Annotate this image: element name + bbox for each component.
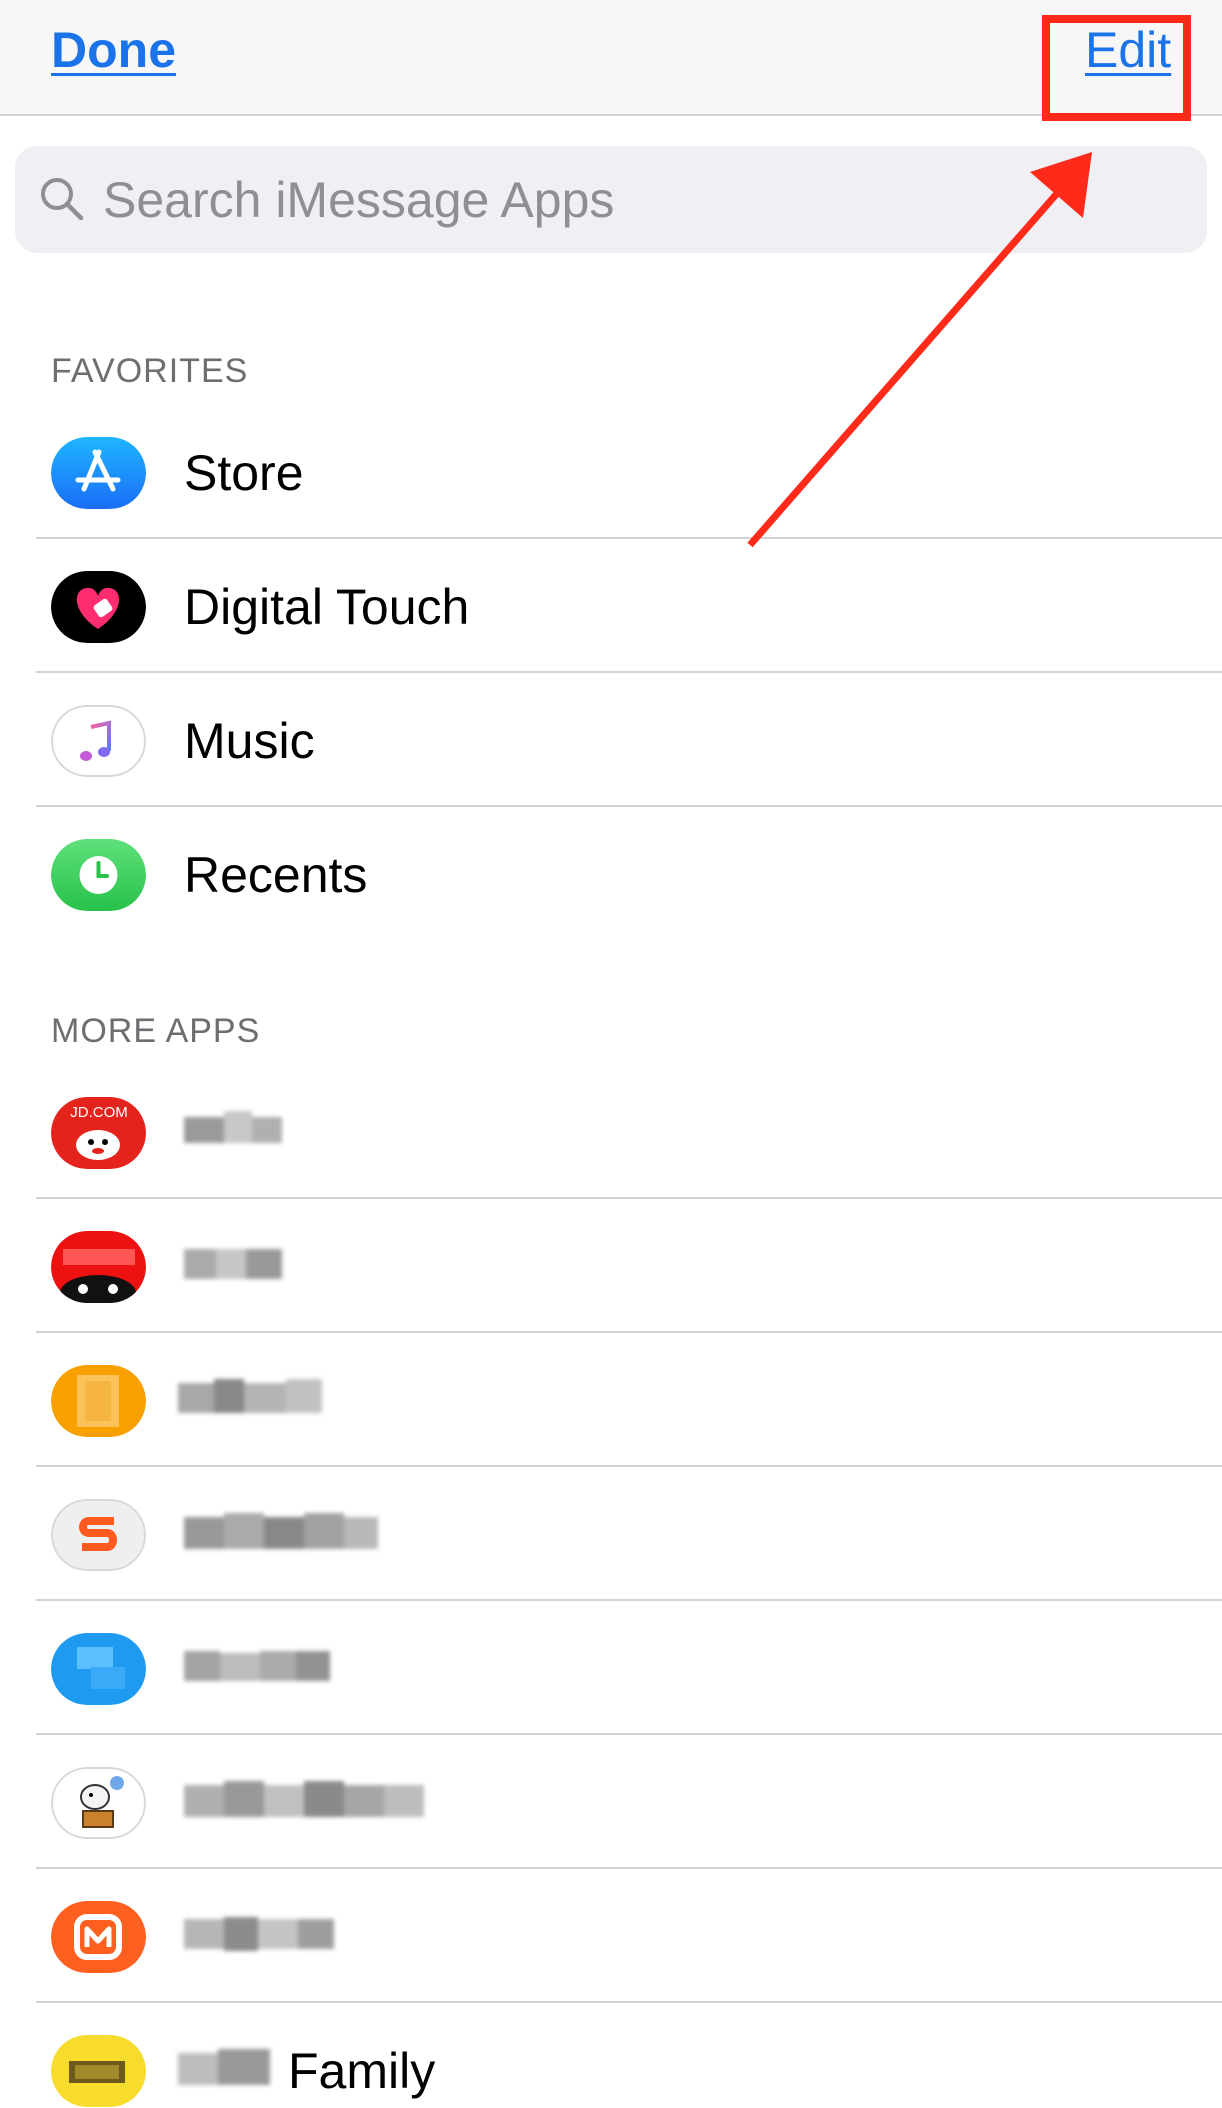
more-app-row[interactable]: JD.COM [0, 1065, 1222, 1199]
blurred-label [178, 1359, 338, 1439]
blue-app-icon [51, 1633, 146, 1705]
more-app-row[interactable] [0, 1869, 1222, 2003]
more-app-row[interactable] [0, 1735, 1222, 1869]
yellow-app-icon [51, 2035, 146, 2107]
mango-tv-icon [51, 1901, 146, 1973]
favorites-header: FAVORITES [51, 352, 249, 390]
blurred-label [184, 1761, 444, 1841]
blurred-label [178, 2029, 288, 2108]
favorite-row-recents[interactable]: Recents [0, 807, 1222, 941]
jd-com-icon: JD.COM [51, 1097, 146, 1169]
favorite-label: Store [184, 445, 304, 501]
tmall-cat-icon [51, 1231, 146, 1303]
favorite-row-store[interactable]: Store [0, 405, 1222, 539]
favorite-label: Recents [184, 847, 368, 903]
blurred-label [184, 1895, 364, 1975]
more-app-row[interactable] [0, 1601, 1222, 1735]
blurred-label [184, 1493, 394, 1573]
more-apps-header: MORE APPS [51, 1012, 261, 1050]
svg-text:JD.COM: JD.COM [70, 1104, 128, 1121]
orange-app-icon [51, 1365, 146, 1437]
favorite-label: Digital Touch [184, 579, 470, 635]
search-icon [41, 178, 84, 221]
blurred-label [184, 1091, 294, 1171]
favorite-row-digital-touch[interactable]: Digital Touch [0, 539, 1222, 673]
music-note-icon [51, 705, 146, 777]
more-app-row-family[interactable]: Family [0, 2003, 1222, 2108]
more-app-row[interactable] [0, 1199, 1222, 1333]
favorite-row-music[interactable]: Music [0, 673, 1222, 807]
search-bar[interactable] [15, 146, 1207, 253]
search-input[interactable] [103, 146, 1183, 253]
imessage-apps-screen: Done Edit FAVORITES St [0, 0, 1222, 2108]
favorite-label: Music [184, 713, 315, 769]
blurred-label [184, 1627, 344, 1707]
app-store-icon [51, 437, 146, 509]
more-app-label: Family [288, 2043, 436, 2099]
more-app-row[interactable] [0, 1467, 1222, 1601]
done-button[interactable]: Done [51, 18, 176, 82]
more-app-row[interactable] [0, 1333, 1222, 1467]
edit-button[interactable]: Edit [1085, 18, 1171, 82]
digital-touch-icon [51, 571, 146, 643]
sogou-s-icon [51, 1499, 146, 1571]
navigation-bar: Done Edit [0, 0, 1222, 116]
blurred-label [184, 1225, 294, 1305]
clock-icon [51, 839, 146, 911]
dog-mascot-icon [51, 1767, 146, 1839]
